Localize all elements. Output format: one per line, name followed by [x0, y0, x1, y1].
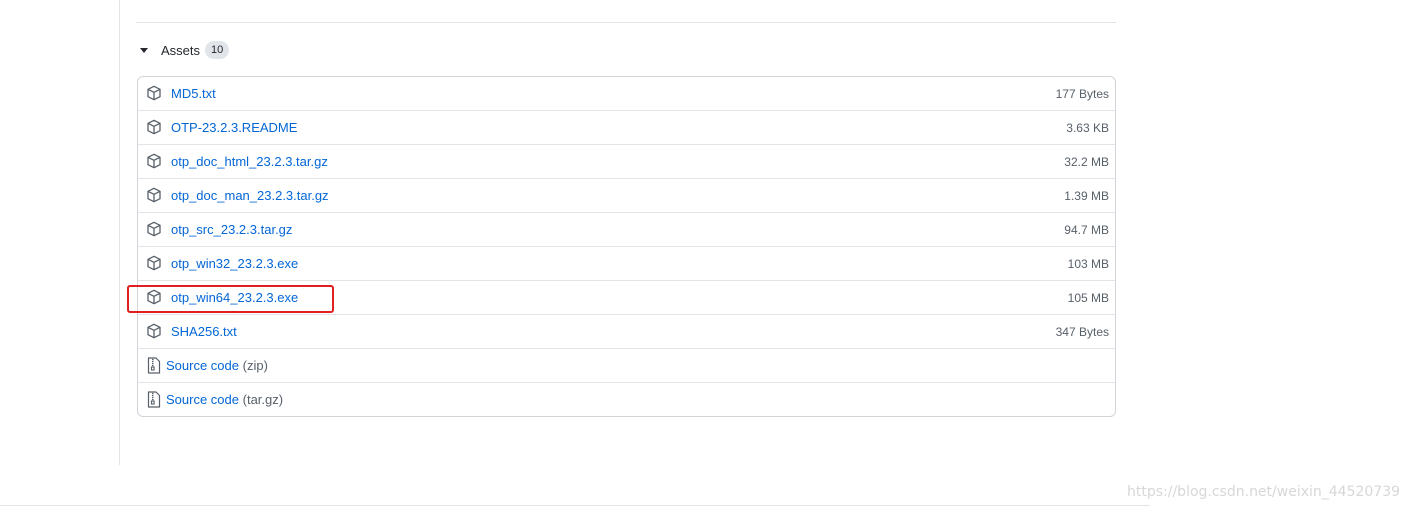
source-code-format: (tar.gz): [242, 392, 284, 407]
asset-size: 103 MB: [1067, 257, 1109, 271]
asset-row: SHA256.txt 347 Bytes: [138, 314, 1115, 348]
assets-toggle[interactable]: Assets 10: [140, 39, 230, 61]
left-divider: [119, 0, 120, 465]
source-code-format: (zip): [242, 358, 268, 373]
assets-count-badge: 10: [205, 41, 230, 59]
asset-size: 94.7 MB: [1064, 223, 1109, 237]
package-icon: [147, 289, 161, 305]
source-code-zip-link[interactable]: Source code (zip): [166, 357, 268, 374]
package-icon: [147, 255, 161, 271]
release-page: Assets 10 MD5.txt 177 Bytes OTP-23.2.3.R…: [0, 0, 1408, 510]
package-icon: [147, 119, 161, 135]
asset-size: 3.63 KB: [1066, 121, 1109, 135]
asset-link[interactable]: OTP-23.2.3.README: [171, 119, 297, 136]
assets-list: MD5.txt 177 Bytes OTP-23.2.3.README 3.63…: [137, 76, 1116, 417]
asset-row: otp_src_23.2.3.tar.gz 94.7 MB: [138, 212, 1115, 246]
asset-size: 1.39 MB: [1064, 189, 1109, 203]
bottom-divider: [0, 505, 1150, 506]
asset-row-highlighted: otp_win64_23.2.3.exe 105 MB: [138, 280, 1115, 314]
caret-down-icon[interactable]: [140, 48, 148, 53]
source-code-label: Source code: [166, 358, 239, 373]
asset-row: otp_doc_man_23.2.3.tar.gz 1.39 MB: [138, 178, 1115, 212]
asset-row: otp_win32_23.2.3.exe 103 MB: [138, 246, 1115, 280]
package-icon: [147, 221, 161, 237]
package-icon: [147, 153, 161, 169]
source-code-row: Source code (tar.gz): [138, 382, 1115, 416]
source-code-targz-link[interactable]: Source code (tar.gz): [166, 391, 283, 408]
source-code-label: Source code: [166, 392, 239, 407]
asset-size: 32.2 MB: [1064, 155, 1109, 169]
package-icon: [147, 85, 161, 101]
asset-link[interactable]: otp_win64_23.2.3.exe: [171, 289, 298, 306]
package-icon: [147, 323, 161, 339]
asset-link[interactable]: SHA256.txt: [171, 323, 237, 340]
file-zip-icon: [147, 391, 161, 408]
asset-link[interactable]: MD5.txt: [171, 85, 216, 102]
source-code-row: Source code (zip): [138, 348, 1115, 382]
asset-row: MD5.txt 177 Bytes: [138, 77, 1115, 110]
top-divider: [136, 22, 1116, 23]
watermark: https://blog.csdn.net/weixin_44520739: [1127, 484, 1401, 500]
asset-row: otp_doc_html_23.2.3.tar.gz 32.2 MB: [138, 144, 1115, 178]
asset-link[interactable]: otp_src_23.2.3.tar.gz: [171, 221, 292, 238]
asset-link[interactable]: otp_win32_23.2.3.exe: [171, 255, 298, 272]
package-icon: [147, 187, 161, 203]
asset-size: 105 MB: [1067, 291, 1109, 305]
file-zip-icon: [147, 357, 161, 374]
asset-link[interactable]: otp_doc_man_23.2.3.tar.gz: [171, 187, 329, 204]
asset-size: 347 Bytes: [1055, 325, 1109, 339]
asset-link[interactable]: otp_doc_html_23.2.3.tar.gz: [171, 153, 328, 170]
asset-row: OTP-23.2.3.README 3.63 KB: [138, 110, 1115, 144]
assets-title: Assets: [161, 42, 201, 58]
asset-size: 177 Bytes: [1055, 87, 1109, 101]
